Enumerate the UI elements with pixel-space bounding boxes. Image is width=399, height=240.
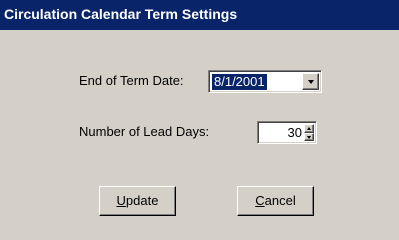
update-button-mnemonic: U [116,193,126,208]
spin-down-button[interactable] [304,133,314,141]
update-button-label: pdate [125,193,159,208]
lead-days-value[interactable]: 30 [288,125,302,140]
arrow-down-icon [307,136,311,139]
cancel-button[interactable]: Cancel [237,186,314,216]
lead-days-label: Number of Lead Days: [79,124,210,139]
arrow-up-icon [307,126,311,130]
end-of-term-date-value[interactable]: 8/1/2001 [212,74,267,90]
title-bar[interactable]: Circulation Calendar Term Settings [0,0,399,30]
window-title: Circulation Calendar Term Settings [4,6,238,22]
chevron-down-icon [307,79,314,84]
cancel-button-mnemonic: C [255,193,265,208]
end-of-term-date-combobox[interactable]: 8/1/2001 [208,70,322,93]
cancel-button-label: ancel [264,193,296,208]
date-dropdown-button[interactable] [302,73,319,90]
update-button[interactable]: Update [99,186,176,216]
end-of-term-date-label: End of Term Date: [79,73,184,88]
lead-days-spinbox[interactable]: 30 [257,121,317,144]
spin-up-button[interactable] [304,124,314,133]
